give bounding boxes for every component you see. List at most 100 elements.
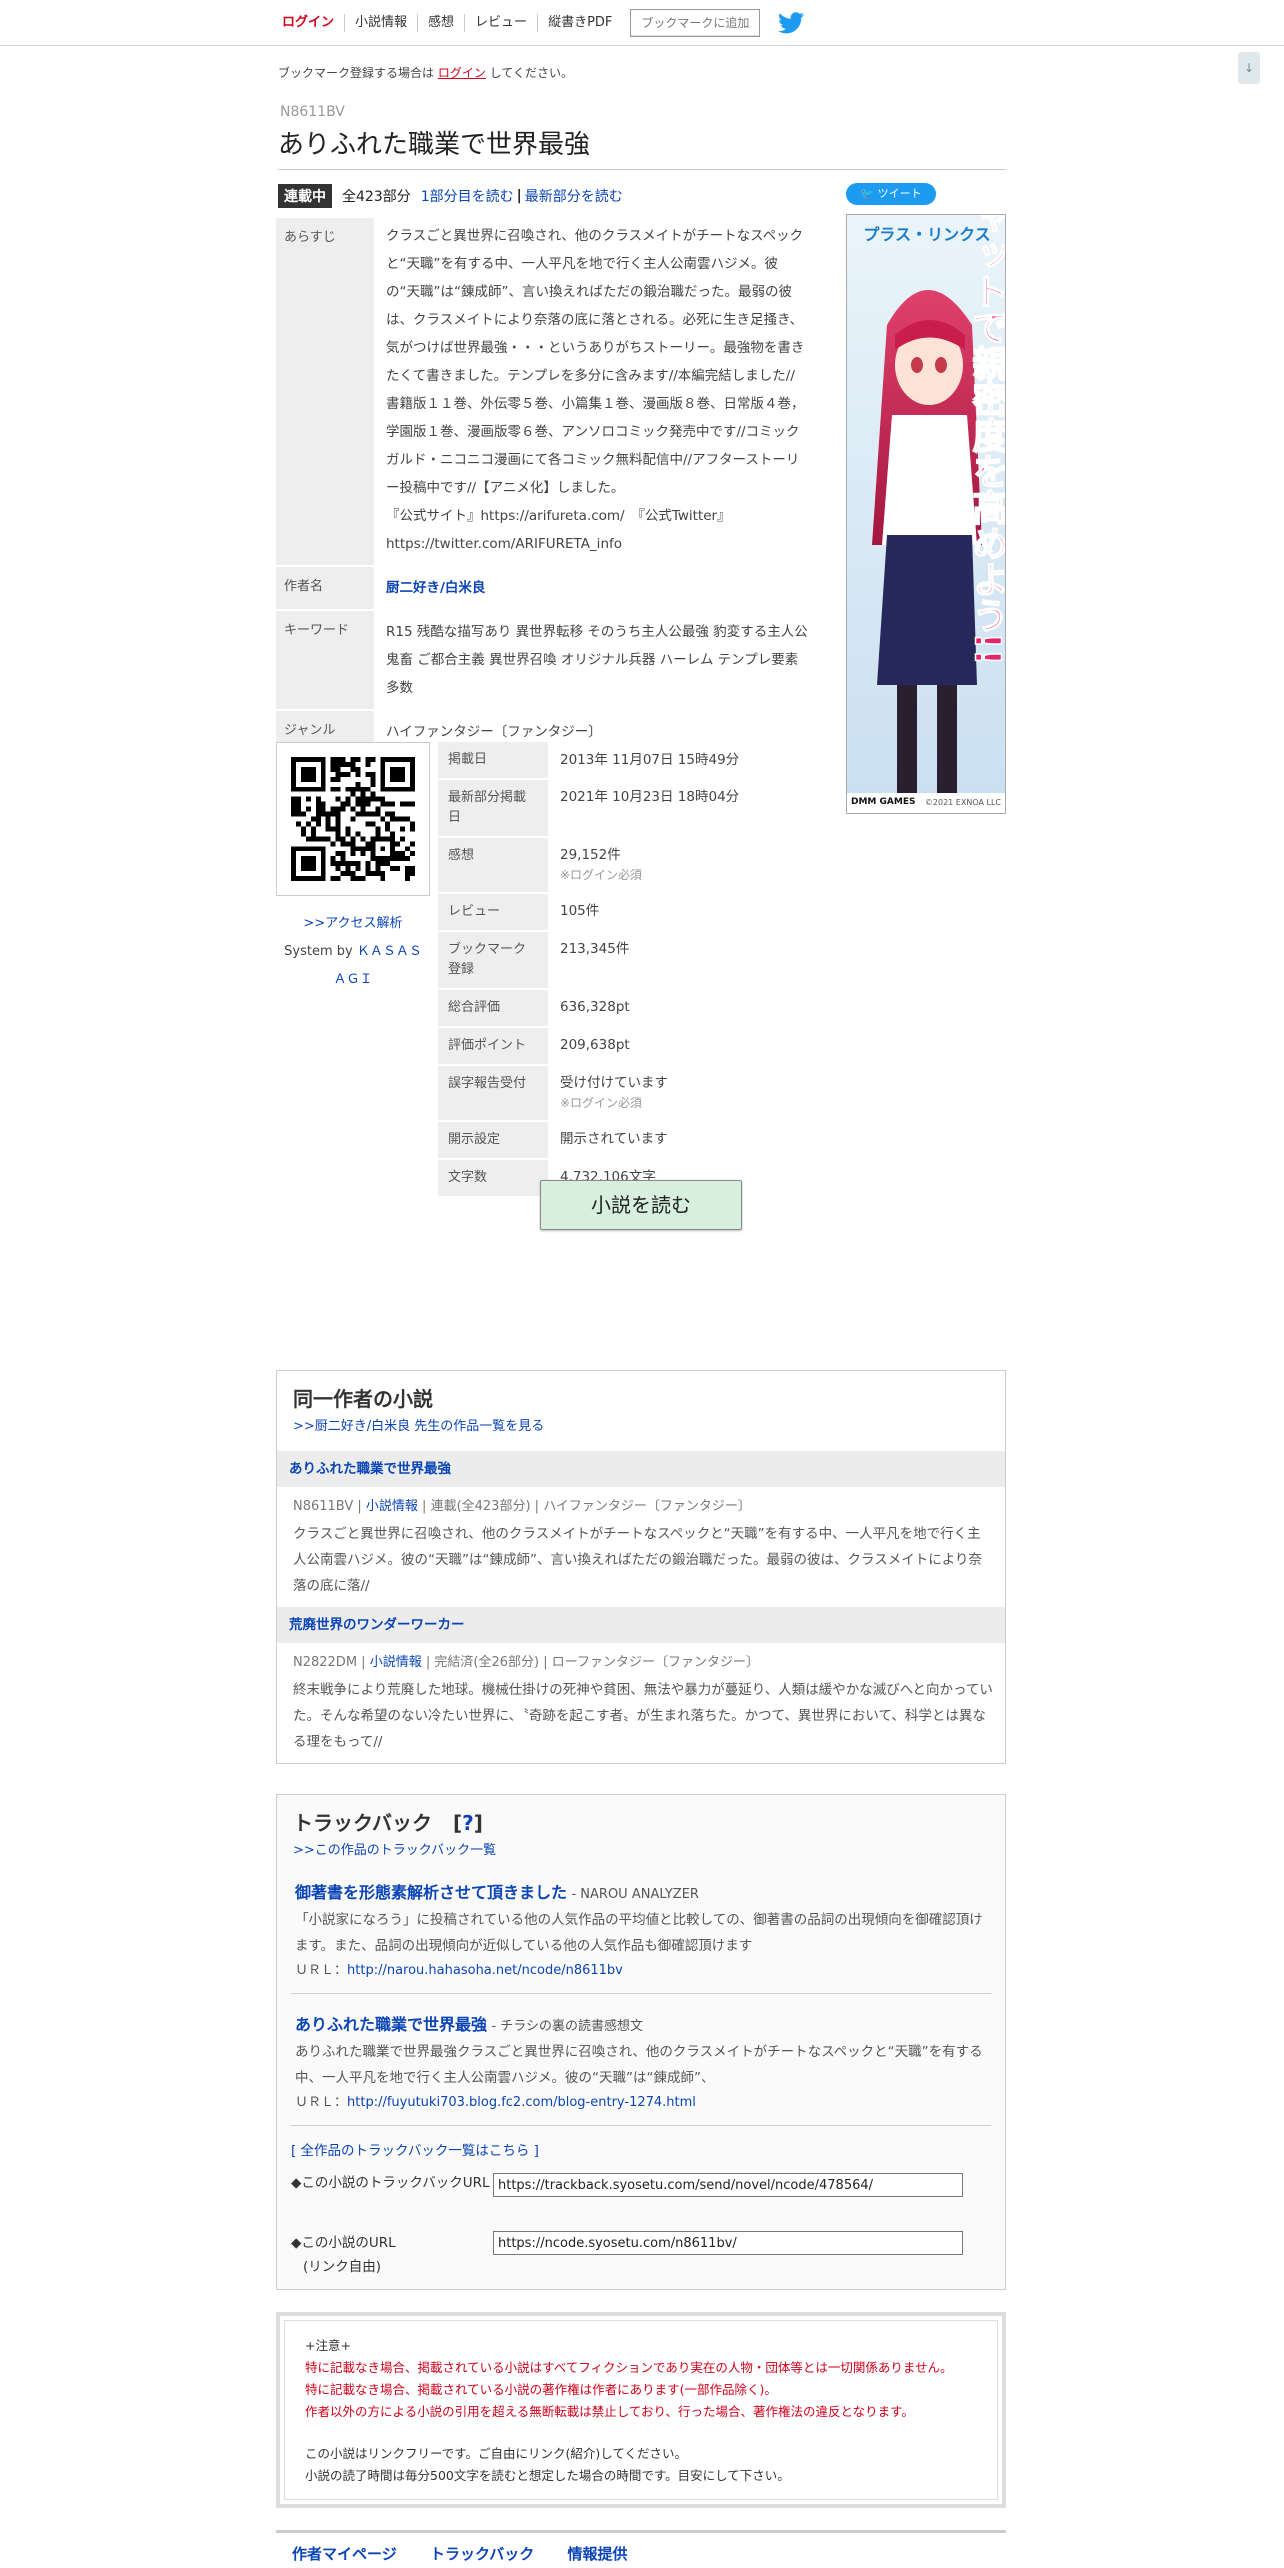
work-info-link[interactable]: 小説情報 — [370, 1655, 422, 1670]
scroll-down-button[interactable]: ↓ — [1238, 52, 1260, 84]
access-analysis: >>アクセス解析 System by ＫＡＳＡＳ ＡＧＩ — [276, 910, 430, 994]
work-info-link[interactable]: 小説情報 — [366, 1499, 418, 1514]
footer-info-link[interactable]: 情報提供 — [567, 2545, 627, 2563]
add-bookmark-button[interactable]: ブックマークに追加 — [630, 9, 761, 37]
ad-catch-text: チャットで親密度を高めよう!! — [967, 215, 1007, 665]
twitter-bird-icon[interactable] — [778, 12, 805, 34]
stats-row: 評価ポイント 209,638pt — [438, 1027, 818, 1066]
trackback-title-link[interactable]: ありふれた職業で世界最強 — [295, 2015, 487, 2034]
read-latest-link[interactable]: 最新部分を読む — [525, 186, 623, 206]
nav-review-link[interactable]: レビュー — [465, 14, 539, 32]
author-works-link[interactable]: >>厨二好き/白米良 先生の作品一覧を見る — [293, 1415, 544, 1434]
ad-title: プラス・リンクス — [863, 225, 991, 244]
qr-code — [276, 742, 430, 896]
stats-row: ブックマーク登録 213,345件 — [438, 931, 818, 990]
synopsis-official-site: 『公式サイト』https://arifureta.com/ 『公式Twitter… — [386, 508, 731, 524]
stats-note: ※ログイン必須 — [560, 1096, 643, 1110]
stats-row: 掲載日 2013年 11月07日 15時49分 — [438, 742, 818, 780]
work-meta: N2822DM | 小説情報 | 完結済(全26部分) | ローファンタジー〔フ… — [293, 1655, 759, 1670]
author-link[interactable]: 厨二好き/白米良 — [386, 580, 485, 596]
stats-value: 開示されています — [560, 1131, 668, 1147]
synopsis-text: クラスごと異世界に召喚され、他のクラスメイトがチートなスペックと“天職”を有する… — [386, 228, 805, 496]
stats-row: 総合評価 636,328pt — [438, 989, 818, 1028]
caution-line: 作者以外の方による小説の引用を超える無断転載は禁止しており、行った場合、著作権法… — [305, 2404, 914, 2419]
stats-label: 掲載日 — [438, 742, 548, 780]
status-badge: 連載中 — [278, 184, 332, 208]
trackback-title-link[interactable]: 御著書を形態素解析させて頂きました — [295, 1883, 567, 1902]
divider — [291, 1993, 991, 1994]
trackback-url-field-label: ◆この小説のトラックバックURL — [291, 2175, 490, 2191]
trackback-url-row: ＵＲＬ：http://fuyutuki703.blog.fc2.com/blog… — [295, 2091, 985, 2110]
trackback-help-link[interactable]: ? — [462, 1811, 474, 1835]
stats-row: 最新部分掲載日 2021年 10月23日 18時04分 — [438, 779, 818, 838]
notice-prefix: ブックマーク登録する場合は — [278, 66, 435, 80]
work-meta: N8611BV | 小説情報 | 連載(全423部分) | ハイファンタジー〔フ… — [293, 1499, 751, 1514]
work-status: 連載(全423部分) — [430, 1499, 531, 1514]
read-first-link[interactable]: 1部分目を読む — [421, 186, 514, 206]
keyword-label: キーワード — [276, 610, 374, 711]
footer-trackback-link[interactable]: トラックバック — [430, 2545, 534, 2563]
work-title-link[interactable]: ありふれた職業で世界最強 — [277, 1451, 1005, 1487]
stats-label: 誤字報告受付 — [438, 1065, 548, 1122]
novel-title: ありふれた職業で世界最強 — [278, 124, 1006, 170]
nav-novel-info-link[interactable]: 小説情報 — [345, 14, 419, 32]
trackback-source: - NAROU ANALYZER — [571, 1887, 699, 1902]
caution-heading: +注意+ — [305, 2338, 351, 2353]
trackback-url-link[interactable]: http://narou.hahasoha.net/ncode/n8611bv — [347, 1963, 623, 1978]
author-label: 作者名 — [276, 566, 374, 611]
novel-url-sub-label: (リンク自由) — [303, 2259, 382, 2275]
nav-impressions-link[interactable]: 感想 — [418, 14, 466, 32]
footer-author-mypage-link[interactable]: 作者マイページ — [292, 2545, 397, 2563]
trackback-entry: ありふれた職業で世界最強 - チラシの裏の読書感想文 ありふれた職業で世界最強ク… — [295, 2011, 985, 2110]
work-description: クラスごと異世界に召喚され、他のクラスメイトがチートなスペックと“天職”を有する… — [293, 1526, 982, 1594]
all-trackbacks-link[interactable]: [ 全作品のトラックバック一覧はこちら ] — [291, 2139, 539, 2159]
trackback-url-label: ＵＲＬ： — [295, 2095, 348, 2110]
trackback-list-link[interactable]: >>この作品のトラックバック一覧 — [293, 1839, 496, 1858]
stats-value: 209,638pt — [560, 1037, 630, 1053]
nav-vertical-pdf-link[interactable]: 縦書きPDF — [538, 14, 622, 32]
stats-value-cell: 29,152件 ※ログイン必須 — [548, 837, 818, 893]
nav-login-link[interactable]: ログイン — [276, 14, 346, 32]
synopsis: クラスごと異世界に召喚され、他のクラスメイトがチートなスペックと“天職”を有する… — [374, 218, 816, 566]
trackback-url-input[interactable] — [493, 2173, 963, 2197]
notice-login-link[interactable]: ログイン — [438, 66, 486, 80]
trackback-description: ありふれた職業で世界最強クラスごと異世界に召喚され、他のクラスメイトがチートなス… — [295, 2044, 983, 2086]
link-free-note: この小説はリンクフリーです。ご自由にリンク(紹介)してください。 — [305, 2446, 688, 2461]
ad-illustration: チャットで親密度を高めよう!! — [847, 215, 1007, 813]
twitter-bird-small-icon: 🐦 — [860, 187, 875, 200]
trackback-entry: 御著書を形態素解析させて頂きました - NAROU ANALYZER 「小説家に… — [295, 1879, 985, 1978]
stats-value-cell: 636,328pt — [548, 989, 818, 1027]
read-novel-button[interactable]: 小説を読む — [540, 1180, 742, 1230]
tweet-label: ツイート — [877, 187, 922, 200]
trackback-url-link[interactable]: http://fuyutuki703.blog.fc2.com/blog-ent… — [347, 2095, 696, 2110]
total-parts: 全423部分 — [342, 189, 411, 205]
novel-url-field-label: ◆この小説のURL (リンク自由) — [291, 2231, 396, 2279]
tweet-button[interactable]: 🐦 ツイート — [846, 183, 936, 205]
kasasagi-link-1[interactable]: ＫＡＳＡＳ — [357, 944, 422, 959]
stats-value-cell: 2013年 11月07日 15時49分 — [548, 742, 818, 779]
caution-line: 特に記載なき場合、掲載されている小説はすべてフィクションであり実在の人物・団体等… — [305, 2360, 953, 2375]
work-genre: ハイファンタジー〔ファンタジー〕 — [543, 1499, 751, 1514]
trackback-heading-text: トラックバック — [293, 1811, 432, 1835]
kasasagi-link-2[interactable]: ＡＧＩ — [333, 972, 372, 987]
stats-label: 最新部分掲載日 — [438, 779, 548, 838]
status-separator: | — [516, 188, 522, 204]
trackback-heading: トラックバック [?] — [293, 1811, 483, 1835]
stats-label: 感想 — [438, 837, 548, 894]
footer-navigation: 作者マイページ トラックバック 情報提供 — [276, 2530, 1006, 2564]
novel-url-input[interactable] — [493, 2231, 963, 2255]
stats-label: 文字数 — [438, 1159, 548, 1198]
ad-footer-right: ©2021 EXNOA LLC — [924, 798, 1001, 807]
trackback-description: 「小説家になろう」に投稿されている他の人気作品の平均値と比較しての、御著書の品詞… — [295, 1912, 983, 1954]
stats-value: 636,328pt — [560, 999, 630, 1015]
stats-value-cell: 105件 — [548, 893, 818, 931]
stats-value: 2013年 11月07日 15時49分 — [560, 752, 740, 768]
system-by-label: System by — [284, 944, 353, 959]
synopsis-label: あらすじ — [276, 218, 374, 567]
work-title-link[interactable]: 荒廃世界のワンダーワーカー — [277, 1607, 1005, 1643]
access-analysis-link[interactable]: >>アクセス解析 — [303, 916, 402, 931]
stats-value-cell: 213,345件 — [548, 931, 818, 989]
stats-value-cell: 開示されています — [548, 1121, 818, 1159]
trackback-url-row: ＵＲＬ：http://narou.hahasoha.net/ncode/n861… — [295, 1959, 985, 1978]
sidebar-ad-banner[interactable]: チャットで親密度を高めよう!! プラス・リンクス DMM GAMES ©2021… — [846, 214, 1006, 814]
